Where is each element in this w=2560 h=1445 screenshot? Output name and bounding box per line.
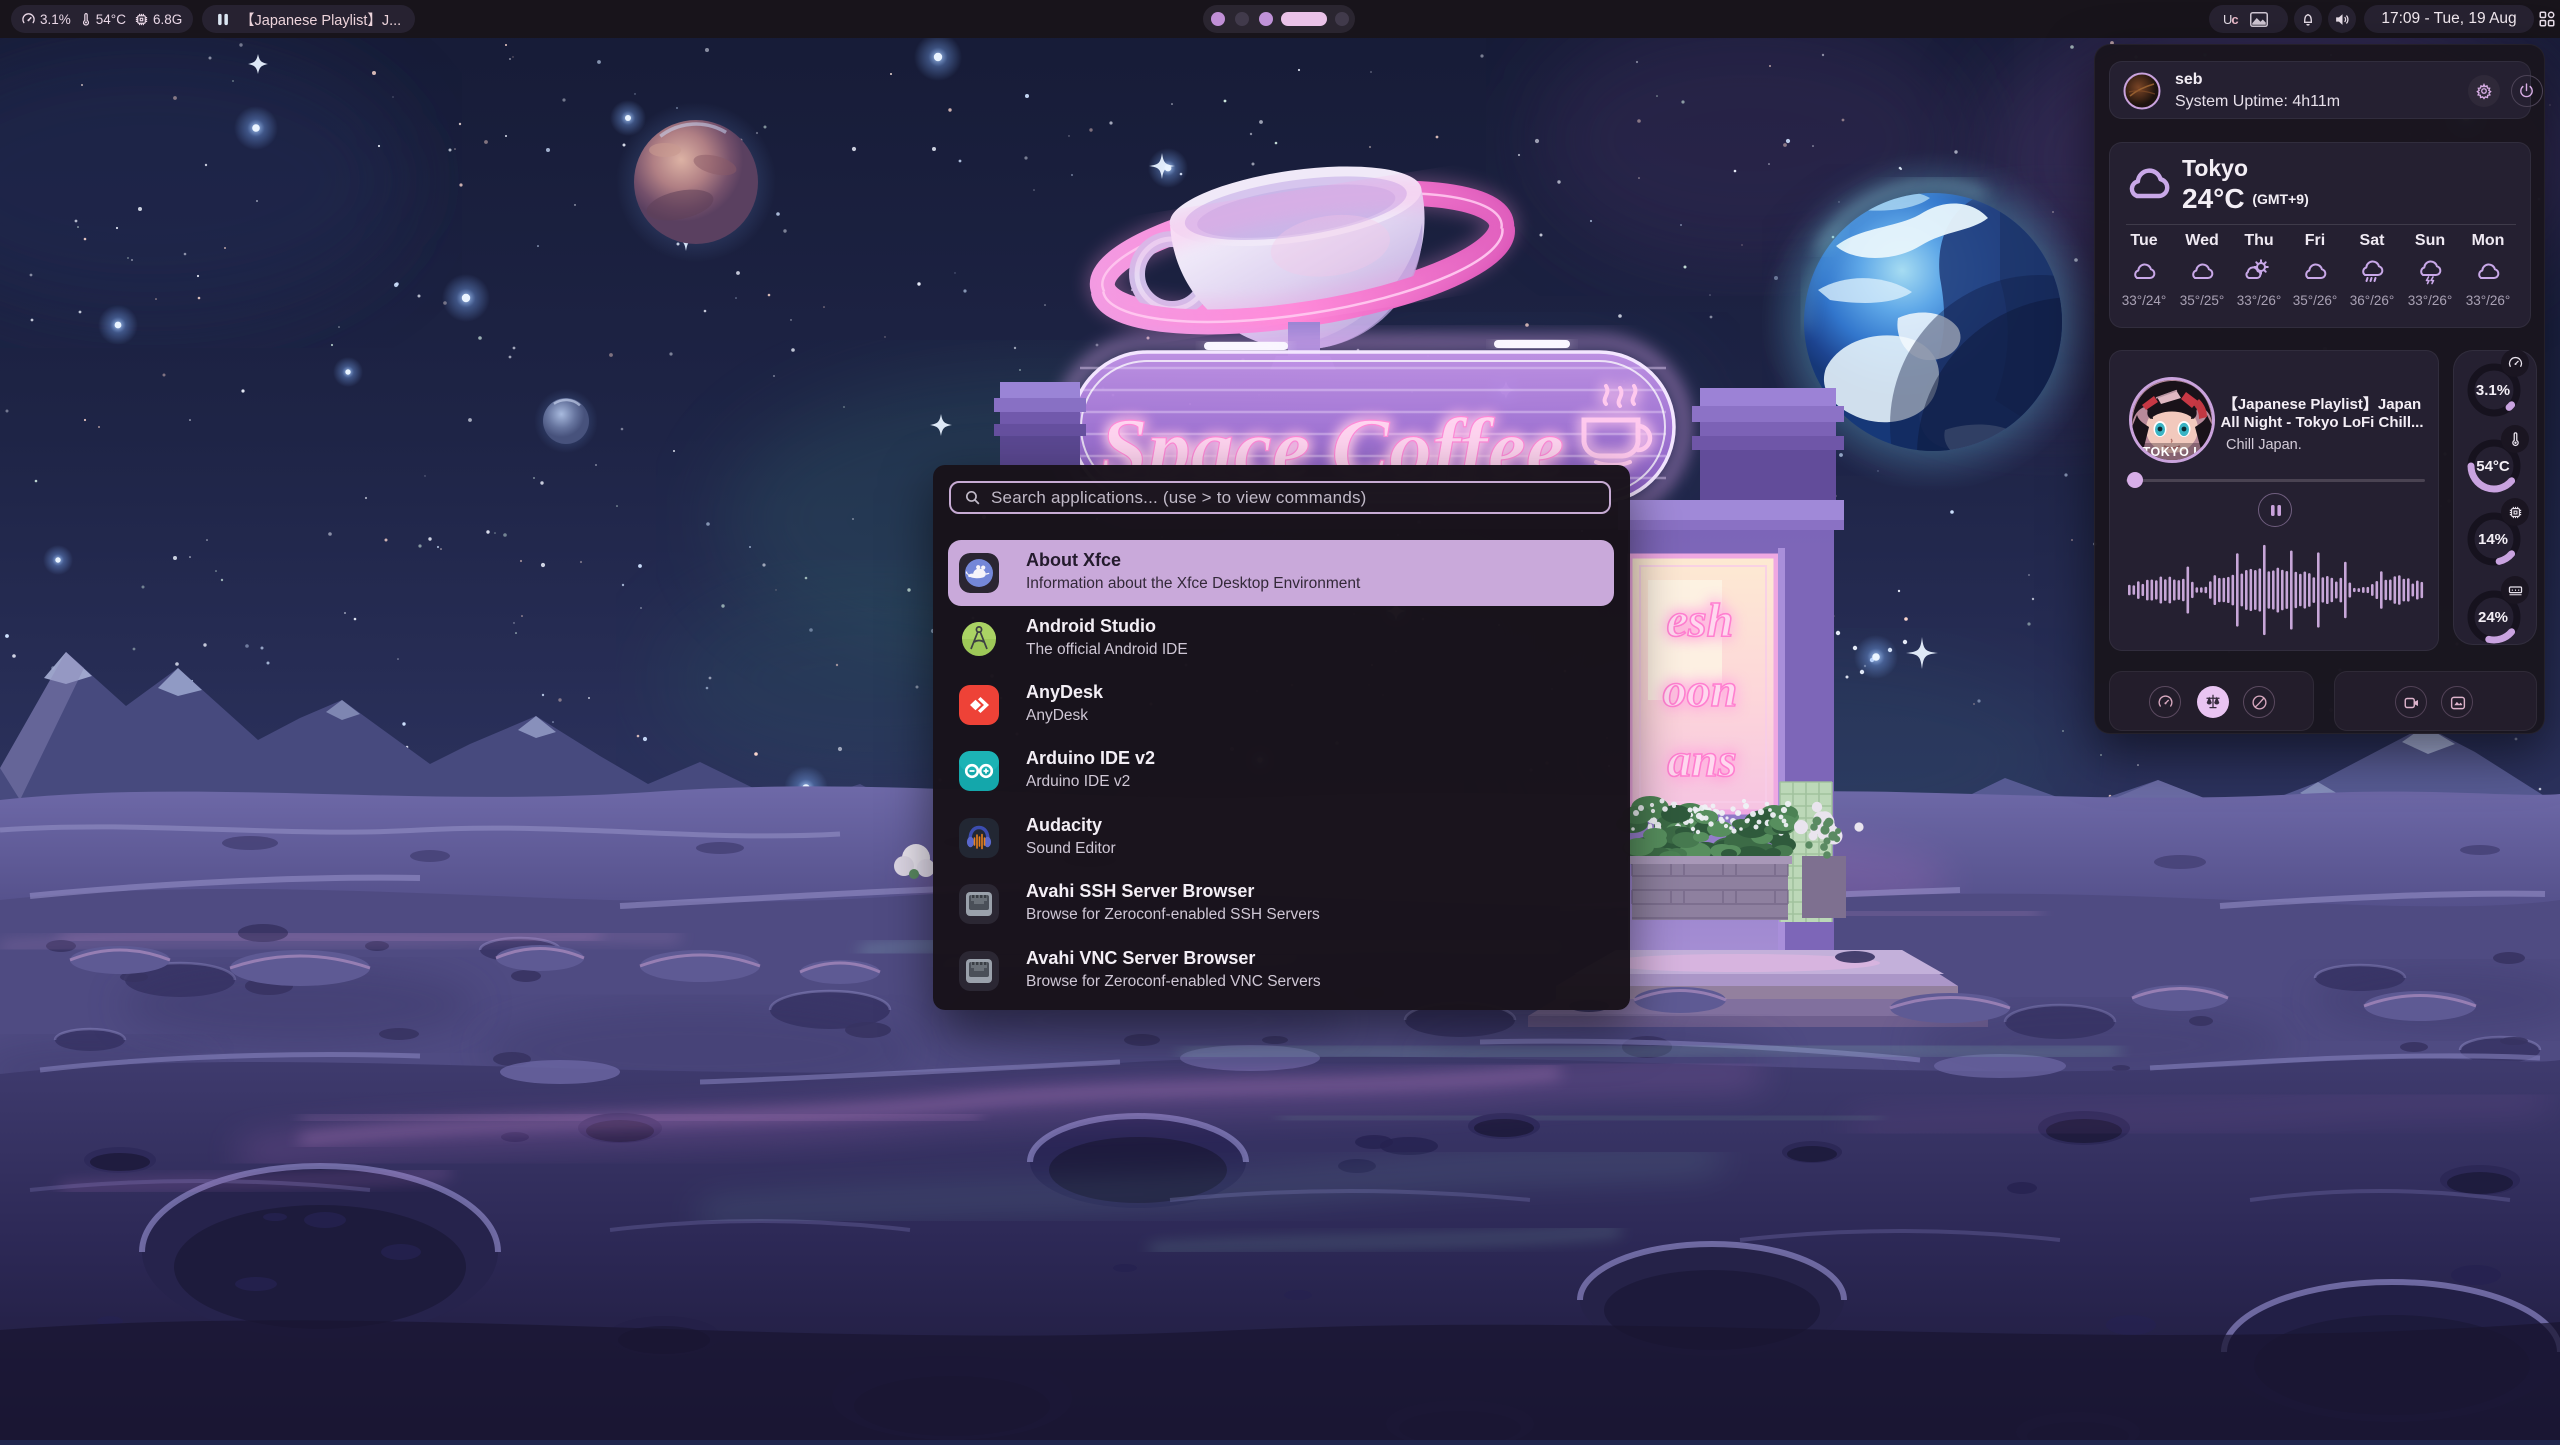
svg-text:esh: esh [1667,594,1734,647]
svg-text:24%: 24% [2478,609,2508,626]
svg-text:14%: 14% [2478,531,2508,548]
svg-text:oon: oon [1663,664,1738,717]
svg-text:3.1%: 3.1% [2476,382,2510,399]
svg-text:54°C: 54°C [2476,458,2510,475]
svg-text:ans: ans [1667,734,1736,787]
